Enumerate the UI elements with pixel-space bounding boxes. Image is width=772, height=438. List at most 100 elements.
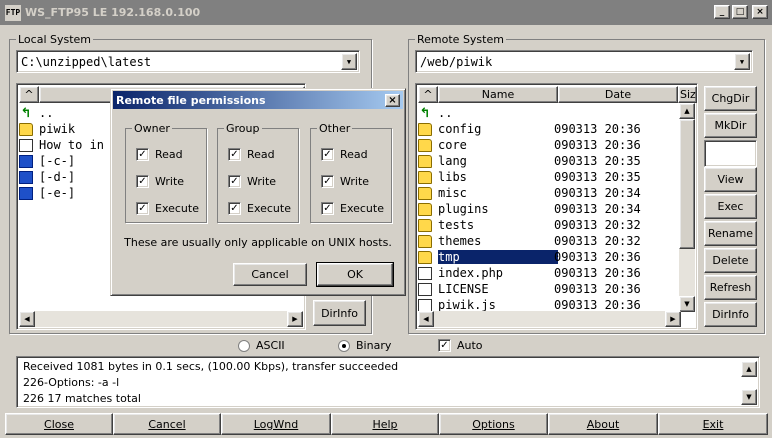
perm-group-label: Owner xyxy=(132,122,172,135)
remote-list-item[interactable]: index.php 090313 20:36 xyxy=(418,265,680,281)
owner-execute-option[interactable]: ✓ Execute xyxy=(136,202,199,215)
binary-radio[interactable] xyxy=(338,339,350,352)
perm-label: Write xyxy=(247,175,277,188)
minimize-button[interactable]: _ xyxy=(714,5,730,19)
group-execute-option[interactable]: ✓ Execute xyxy=(228,202,291,215)
drive-icon xyxy=(19,186,33,200)
remote-filter-input[interactable] xyxy=(704,140,757,167)
local-dirinfo-button[interactable]: DirInfo xyxy=(313,300,366,326)
local-list-item[interactable]: [-c-] xyxy=(19,153,75,169)
local-list-item[interactable]: How to in xyxy=(19,137,104,153)
close-window-button[interactable]: × xyxy=(752,5,768,19)
auto-option[interactable]: ✓ Auto xyxy=(438,339,483,352)
log-scroll-up-icon[interactable]: ▲ xyxy=(741,361,757,377)
refresh-button[interactable]: Refresh xyxy=(704,275,757,300)
about-button[interactable]: About xyxy=(548,413,658,435)
remote-item-date: 090313 20:34 xyxy=(554,202,641,216)
local-path-combo[interactable]: C:\unzipped\latest ▼ xyxy=(16,50,360,73)
group-write-option[interactable]: ✓ Write xyxy=(228,175,276,188)
remote-list-item[interactable]: plugins 090313 20:34 xyxy=(418,201,680,217)
ascii-option[interactable]: ASCII xyxy=(238,339,285,352)
remote-date-header[interactable]: Date xyxy=(558,86,678,103)
logwnd-button[interactable]: LogWnd xyxy=(221,413,331,435)
permissions-dialog: Remote file permissions × Owner ✓ Read ✓ Wri… xyxy=(110,88,406,296)
perm-group-label: Other xyxy=(317,122,353,135)
owner-write-checkbox[interactable]: ✓ xyxy=(136,175,149,188)
remote-list-item[interactable]: tests 090313 20:32 xyxy=(418,217,680,233)
scroll-right-icon[interactable]: ▶ xyxy=(287,311,303,327)
mkdir-button[interactable]: MkDir xyxy=(704,113,757,138)
dialog-title-bar: Remote file permissions × xyxy=(113,91,403,109)
binary-option[interactable]: Binary xyxy=(338,339,391,352)
other-execute-option[interactable]: ✓ Execute xyxy=(321,202,384,215)
scroll-up-icon[interactable]: ▲ xyxy=(679,103,695,119)
scroll-left-icon[interactable]: ◀ xyxy=(418,311,434,327)
cancel-button[interactable]: Cancel xyxy=(113,413,221,435)
owner-write-option[interactable]: ✓ Write xyxy=(136,175,184,188)
ascii-label: ASCII xyxy=(256,339,285,352)
folder-icon xyxy=(19,122,33,136)
exec-button[interactable]: Exec xyxy=(704,194,757,219)
dialog-ok-button[interactable]: OK xyxy=(316,262,394,287)
chevron-down-icon[interactable]: ▼ xyxy=(341,53,357,70)
other-read-option[interactable]: ✓ Read xyxy=(321,148,368,161)
maximize-button[interactable]: □ xyxy=(732,5,748,19)
remote-hscrollbar[interactable]: ◀ ▶ xyxy=(418,311,681,327)
remote-list-item[interactable]: core 090313 20:36 xyxy=(418,137,680,153)
scroll-thumb[interactable] xyxy=(679,119,695,249)
title-bar: FTP WS_FTP95 LE 192.168.0.100 _ □ × xyxy=(0,0,772,25)
chgdir-button[interactable]: ChgDir xyxy=(704,86,757,111)
other-write-checkbox[interactable]: ✓ xyxy=(321,175,334,188)
remote-path-combo[interactable]: /web/piwik ▼ xyxy=(415,50,753,73)
remote-dirinfo-button[interactable]: DirInfo xyxy=(704,302,757,327)
group-write-checkbox[interactable]: ✓ xyxy=(228,175,241,188)
dialog-close-button[interactable]: × xyxy=(385,94,400,107)
rename-button[interactable]: Rename xyxy=(704,221,757,246)
remote-vscrollbar[interactable]: ▲ ▼ xyxy=(679,103,695,312)
local-sort-header[interactable]: ^ xyxy=(19,86,39,103)
local-list-item[interactable]: piwik xyxy=(19,121,75,137)
remote-list-item[interactable]: libs 090313 20:35 xyxy=(418,169,680,185)
other-write-option[interactable]: ✓ Write xyxy=(321,175,369,188)
local-list-item[interactable]: ↰.. xyxy=(19,105,54,121)
log-scroll-down-icon[interactable]: ▼ xyxy=(741,389,757,405)
folder-icon xyxy=(418,170,432,184)
local-list-item[interactable]: [-d-] xyxy=(19,169,75,185)
dialog-cancel-button[interactable]: Cancel xyxy=(233,263,307,286)
remote-list-item[interactable]: lang 090313 20:35 xyxy=(418,153,680,169)
scroll-right-icon[interactable]: ▶ xyxy=(665,311,681,327)
view-button[interactable]: View xyxy=(704,167,757,192)
ascii-radio[interactable] xyxy=(238,339,250,352)
auto-checkbox[interactable]: ✓ xyxy=(438,339,451,352)
remote-list-item[interactable]: ↰.. xyxy=(418,105,680,121)
scroll-left-icon[interactable]: ◀ xyxy=(19,311,35,327)
options-button[interactable]: Options xyxy=(439,413,548,435)
owner-execute-checkbox[interactable]: ✓ xyxy=(136,202,149,215)
remote-sort-header[interactable]: ^ xyxy=(418,86,438,103)
delete-button[interactable]: Delete xyxy=(704,248,757,273)
local-hscrollbar[interactable]: ◀ ▶ xyxy=(19,311,303,327)
remote-item-date: 090313 20:36 xyxy=(554,282,641,296)
remote-list-item[interactable]: misc 090313 20:34 xyxy=(418,185,680,201)
scroll-down-icon[interactable]: ▼ xyxy=(679,296,695,312)
remote-size-header[interactable]: Size xyxy=(678,86,697,103)
close-button[interactable]: Close xyxy=(5,413,113,435)
local-list-item[interactable]: [-e-] xyxy=(19,185,75,201)
remote-list-item[interactable]: themes 090313 20:32 xyxy=(418,233,680,249)
group-read-checkbox[interactable]: ✓ xyxy=(228,148,241,161)
exit-button[interactable]: Exit xyxy=(658,413,768,435)
owner-read-option[interactable]: ✓ Read xyxy=(136,148,183,161)
log-line: 226 17 matches total xyxy=(23,392,141,405)
remote-name-header[interactable]: Name xyxy=(438,86,558,103)
other-execute-checkbox[interactable]: ✓ xyxy=(321,202,334,215)
remote-file-list[interactable]: ^ Name Date Size ↰..config090313 20:36co… xyxy=(415,83,698,330)
remote-list-item[interactable]: tmp 090313 20:36 xyxy=(418,249,680,265)
help-button[interactable]: Help xyxy=(331,413,439,435)
group-execute-checkbox[interactable]: ✓ xyxy=(228,202,241,215)
remote-list-item[interactable]: LICENSE 090313 20:36 xyxy=(418,281,680,297)
owner-read-checkbox[interactable]: ✓ xyxy=(136,148,149,161)
remote-list-item[interactable]: config 090313 20:36 xyxy=(418,121,680,137)
chevron-down-icon[interactable]: ▼ xyxy=(734,53,750,70)
group-read-option[interactable]: ✓ Read xyxy=(228,148,275,161)
other-read-checkbox[interactable]: ✓ xyxy=(321,148,334,161)
